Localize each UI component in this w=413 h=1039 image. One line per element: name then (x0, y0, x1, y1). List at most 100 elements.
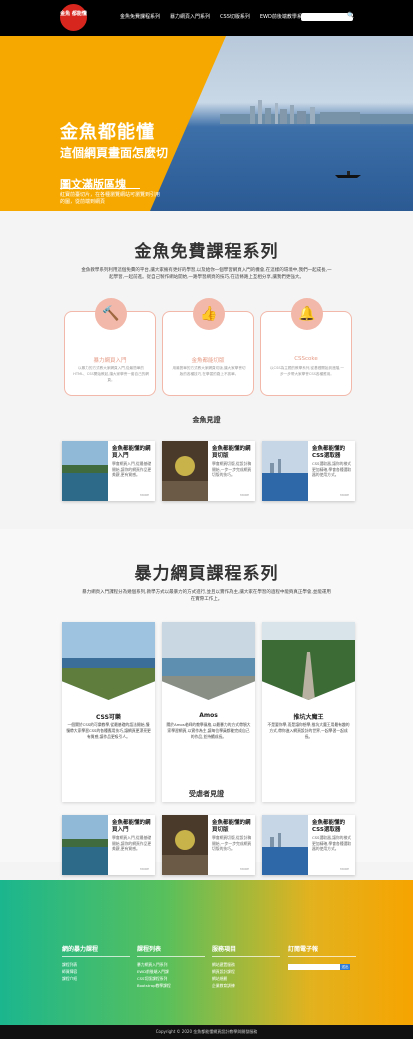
footer-link[interactable]: CSS切版課程系列 (137, 975, 205, 982)
hero-subtitle: 這個網頁畫面怎麼切 (60, 146, 169, 160)
footer-link[interactable]: EWD前後端入門課 (137, 968, 205, 975)
teacher-card[interactable]: Amos 關於Amos老師的教學風格,以最暴力的方式帶領大家學習網頁,以實作為主… (162, 622, 255, 802)
testimonial-card-text: 學會網頁切版,從設計稿開始,一步一步完成網頁切版的技巧。 (212, 461, 252, 477)
course-card-text: 用最簡單的方式教大家網頁切版,讓大家學會切版的各種技巧,在學習的路上不孤單。 (172, 366, 246, 376)
testimonial-card-title: 金魚都能懂的網頁入門 (112, 820, 151, 833)
city-image (262, 815, 308, 875)
lake-image (62, 815, 108, 875)
course-card-title: CSScoke (294, 356, 318, 362)
more-link[interactable]: MORE (340, 867, 349, 871)
testimonial-card[interactable]: 金魚都能懂的網頁切版 學會網頁切版,從設計稿開始,一步一步完成網頁切版的技巧。 … (162, 815, 255, 875)
course-card[interactable]: 👍 金魚都能切版 用最簡單的方式教大家網頁切版,讓大家學會切版的各種技巧,在學習… (162, 298, 254, 396)
nav-link-ewd[interactable]: EWD前後端教學系列 (260, 13, 307, 20)
top-navbar: 金魚 都能懂 金魚免費課程系列 暴力網頁入門系列 CSS切版系列 EWD前後端教… (0, 0, 413, 36)
thumbs-up-icon: 👍 (193, 298, 225, 330)
teacher-card[interactable]: CSS可樂 一個關於CSS的可樂教學,從最基礎的語法開始,慢慢帶大家學習CSS的… (62, 622, 155, 802)
nav-link-css[interactable]: CSS切版系列 (220, 13, 250, 20)
footer-link[interactable]: 師資陣容 (62, 968, 130, 975)
course-card-text: 以CSS為主題的教學系列,從基礎開始到進階,一步一步帶大家學會CSS各種應用。 (269, 366, 345, 376)
footer-column: 服務項目 網站建置服務 網頁設計課程 網站規劃 企業教育訓練 (212, 944, 280, 989)
testimonial-card-text: 學會網頁入門,從最基礎開始,讓你的網頁作品更美觀,更有質感。 (112, 461, 152, 477)
testimonial-card-title: 金魚都能懂的CSS選取器 (312, 820, 346, 833)
testimonial-card[interactable]: 金魚都能懂的網頁切版 學會網頁切版,從設計稿開始,一步一步完成網頁切版的技巧。 … (162, 441, 255, 501)
course-card[interactable]: 🔔 CSScoke 以CSS為主題的教學系列,從基礎開始到進階,一步一步帶大家學… (260, 298, 352, 396)
testimonial-card-text: 學會網頁切版,從設計稿開始,一步一步完成網頁切版的技巧。 (212, 835, 252, 851)
testimonial-card[interactable]: 金魚都能懂的網頁入門 學會網頁入門,從最基礎開始,讓你的網頁作品更美觀,更有質感… (62, 441, 155, 501)
teacher-card-text: 不是要你學,而是讓你想學,推坑大魔王用最有趣的方式,帶你進入網頁設計的世界,一起… (267, 722, 350, 739)
nav-link-violence[interactable]: 暴力網頁入門系列 (170, 13, 210, 20)
footer-column-title: 服務項目 (212, 944, 280, 957)
testimonial-card-title: 金魚都能懂的網頁切版 (212, 446, 251, 459)
free-course-section: 金魚免費課程系列 金魚教學系列利用這個免費的平台,讓大家擁有更好的學習,以及給你… (0, 211, 413, 529)
teacher-card-title: CSS可樂 (96, 714, 121, 721)
course-card[interactable]: 🔨 暴力網頁入門 以暴力的方式教大家網頁入門,從最簡單的HTML、CSS開始教起… (64, 298, 156, 396)
violence-course-desc: 暴力網頁入門課程分為幾個系列,教學方式以最暴力的方式進行,並且以實作為主,讓大家… (82, 590, 331, 602)
footer-column: 課程列表 暴力網頁入門系列 EWD前後端入門課 CSS切版課程系列 Bootst… (137, 944, 205, 989)
hero-divider (60, 188, 140, 189)
testimonial-card-title: 金魚都能懂的網頁切版 (212, 820, 251, 833)
grass-lake-image (62, 622, 155, 700)
teacher-card-title: 推坑大魔王 (293, 714, 324, 721)
more-link[interactable]: MORE (240, 867, 249, 871)
testimonial-card-title: 金魚都能懂的網頁入門 (112, 446, 151, 459)
violence-course-title: 暴力網頁課程系列 (134, 564, 279, 584)
footer-column-title: 訂閱電子報 (288, 944, 356, 957)
free-course-desc: 金魚教學系列利用這個免費的平台,讓大家擁有更好的學習,以及給你一個學習網頁入門的… (81, 268, 332, 280)
footer-column-title: 課程列表 (137, 944, 205, 957)
free-course-title: 金魚免費課程系列 (134, 242, 279, 262)
newsletter-column: 訂閱電子報 送出 (288, 944, 356, 970)
bell-icon: 🔔 (291, 298, 323, 330)
city-image (262, 441, 308, 501)
hammer-icon: 🔨 (95, 298, 127, 330)
footer-column-title: 網的暴力課程 (62, 944, 130, 957)
course-card-title: 金魚都能切版 (191, 358, 225, 364)
violence-course-section: 暴力網頁課程系列 暴力網頁入門課程分為幾個系列,教學方式以最暴力的方式進行,並且… (0, 529, 413, 862)
footer-column: 網的暴力課程 課程列表 師資陣容 課程介紹 (62, 944, 130, 982)
footer-link[interactable]: 網站規劃 (212, 975, 280, 982)
footer-link[interactable]: 網站建置服務 (212, 961, 280, 968)
plant-image (162, 815, 208, 875)
newsletter-email-input[interactable] (288, 964, 340, 970)
testimonial-card-text: CSS選取器,讓你的樣式更加精確,學會各種選取器的使用方式。 (312, 835, 352, 851)
teacher-card-text: 關於Amos老師的教學風格,以最暴力的方式帶領大家學習網頁,以實作為主,讓每位學… (166, 722, 251, 739)
site-logo[interactable]: 金魚 都能懂 (60, 4, 87, 31)
footer-link[interactable]: 企業教育訓練 (212, 982, 280, 989)
testimonial-card[interactable]: 金魚都能懂的網頁入門 學會網頁入門,從最基礎開始,讓你的網頁作品更美觀,更有質感… (62, 815, 155, 875)
testimonial-card[interactable]: 金魚都能懂的CSS選取器 CSS選取器,讓你的樣式更加精確,學會各種選取器的使用… (262, 815, 355, 875)
teacher-card-title: Amos (199, 712, 218, 719)
footer-link[interactable]: 網頁設計課程 (212, 968, 280, 975)
city-skyline-image (220, 100, 413, 124)
plant-image (162, 441, 208, 501)
testimonial-title: 受虐者見證 (189, 790, 224, 798)
site-footer: 網的暴力課程 課程列表 師資陣容 課程介紹 課程列表 暴力網頁入門系列 EWD前… (0, 880, 413, 1025)
course-card-text: 以暴力的方式教大家網頁入門,從最簡單的HTML、CSS開始教起,讓大家學會一套自… (73, 366, 149, 382)
course-card-title: 暴力網頁入門 (93, 358, 127, 364)
hero-text: 紅寶前臺切片，在各種瀏覽網站可瀏覽到引用的圖，從前端到網頁 (60, 192, 161, 205)
more-link[interactable]: MORE (340, 493, 349, 497)
hero-banner: 金魚都能懂 這個網頁畫面怎麼切 圖文滿版區塊 紅寶前臺切片，在各種瀏覽網站可瀏覽… (0, 36, 413, 211)
footer-link[interactable]: 課程介紹 (62, 975, 130, 982)
testimonial-card-title: 金魚都能懂的CSS選取器 (312, 446, 346, 459)
boat-image (335, 171, 361, 178)
hero-heading: 圖文滿版區塊 (60, 178, 126, 191)
search-icon[interactable]: 🔍 (347, 12, 355, 22)
more-link[interactable]: MORE (140, 493, 149, 497)
main-nav: 金魚免費課程系列 暴力網頁入門系列 CSS切版系列 EWD前後端教學系列 (120, 13, 307, 20)
footer-link[interactable]: Bootstrap教學課程 (137, 982, 205, 989)
more-link[interactable]: MORE (240, 493, 249, 497)
testimonial-card[interactable]: 金魚都能懂的CSS選取器 CSS選取器,讓你的樣式更加精確,學會各種選取器的使用… (262, 441, 355, 501)
copyright-bar: Copyright © 2020 金魚都能懂網頁設計教學與開發服務 (0, 1025, 413, 1039)
testimonial-title: 金魚見證 (192, 416, 221, 424)
teacher-card[interactable]: 推坑大魔王 不是要你學,而是讓你想學,推坑大魔王用最有趣的方式,帶你進入網頁設計… (262, 622, 355, 802)
search-input[interactable] (301, 13, 353, 21)
forest-path-image (262, 622, 355, 700)
more-link[interactable]: MORE (140, 867, 149, 871)
footer-link[interactable]: 課程列表 (62, 961, 130, 968)
lake-image (62, 441, 108, 501)
teacher-card-text: 一個關於CSS的可樂教學,從最基礎的語法開始,慢慢帶大家學習CSS的各種應用技巧… (66, 722, 151, 739)
testimonial-card-text: CSS選取器,讓你的樣式更加精確,學會各種選取器的使用方式。 (312, 461, 352, 477)
beach-image (162, 622, 255, 700)
newsletter-submit-button[interactable]: 送出 (340, 964, 350, 970)
nav-link-free[interactable]: 金魚免費課程系列 (120, 13, 160, 20)
footer-link[interactable]: 暴力網頁入門系列 (137, 961, 205, 968)
